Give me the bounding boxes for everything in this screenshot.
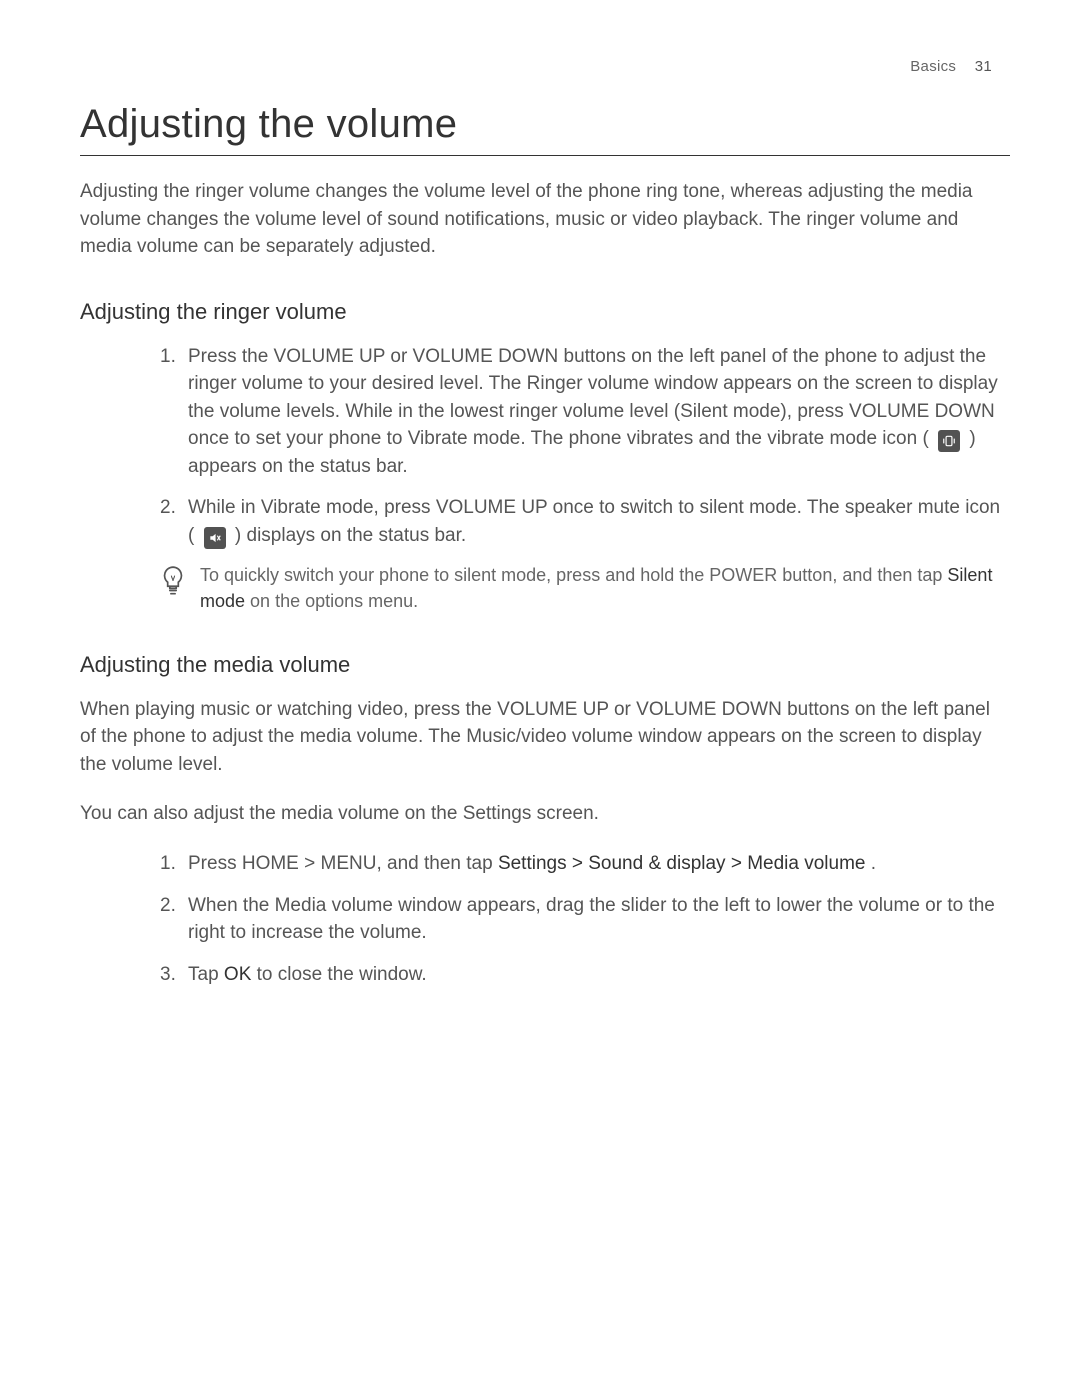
media-step-2: When the Media volume window appears, dr… xyxy=(160,892,1010,947)
ringer-step-1-text-a: Press the VOLUME UP or VOLUME DOWN butto… xyxy=(188,346,998,450)
section-ringer-heading: Adjusting the ringer volume xyxy=(80,299,1010,325)
ringer-step-2: While in Vibrate mode, press VOLUME UP o… xyxy=(160,494,1010,549)
tip-text-a: To quickly switch your phone to silent m… xyxy=(200,565,947,585)
ringer-step-1: Press the VOLUME UP or VOLUME DOWN butto… xyxy=(160,343,1010,481)
media-p2: You can also adjust the media volume on … xyxy=(80,800,1010,828)
media-step-1-b: . xyxy=(871,853,876,874)
media-steps: Press HOME > MENU, and then tap Settings… xyxy=(160,850,1010,988)
ringer-steps: Press the VOLUME UP or VOLUME DOWN butto… xyxy=(160,343,1010,550)
media-step-3: Tap OK to close the window. xyxy=(160,961,1010,989)
media-step-1: Press HOME > MENU, and then tap Settings… xyxy=(160,850,1010,878)
lightbulb-icon xyxy=(160,565,186,604)
vibrate-icon xyxy=(938,430,960,452)
mute-icon xyxy=(204,527,226,549)
ringer-step-2-text-b: ) displays on the status bar. xyxy=(235,525,466,546)
title-rule xyxy=(80,155,1010,156)
intro-paragraph: Adjusting the ringer volume changes the … xyxy=(80,178,1010,261)
chapter-name: Basics xyxy=(910,58,956,75)
page-root: Basics 31 Adjusting the volume Adjusting… xyxy=(0,0,1080,1397)
tip-text: To quickly switch your phone to silent m… xyxy=(200,563,1010,613)
media-p1: When playing music or watching video, pr… xyxy=(80,696,1010,779)
media-step-1-a: Press HOME > MENU, and then tap xyxy=(188,853,498,874)
running-header: Basics 31 xyxy=(910,58,992,75)
page-title: Adjusting the volume xyxy=(80,102,1010,147)
media-step-1-bold: Settings > Sound & display > Media volum… xyxy=(498,853,866,874)
media-step-3-a: Tap xyxy=(188,964,224,985)
tip-text-b: on the options menu. xyxy=(250,591,418,611)
page-number: 31 xyxy=(975,58,992,75)
media-step-3-bold: OK xyxy=(224,964,251,985)
media-step-3-b: to close the window. xyxy=(257,964,427,985)
tip-row: To quickly switch your phone to silent m… xyxy=(160,563,1010,613)
section-media-heading: Adjusting the media volume xyxy=(80,652,1010,678)
